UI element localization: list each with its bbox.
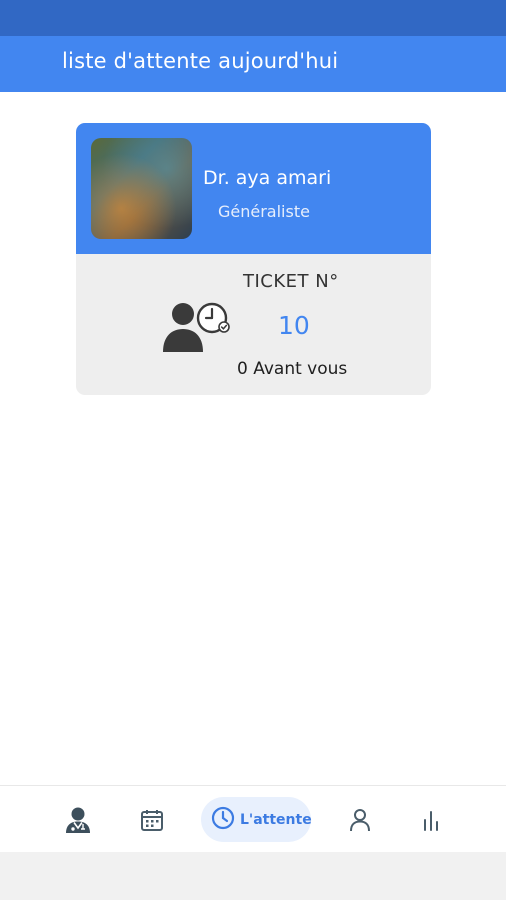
calendar-icon [140, 808, 164, 832]
bar-chart-icon [421, 809, 441, 831]
nav-waiting-label: L'attente [240, 811, 312, 828]
ticket-card[interactable]: Dr. aya amari Généraliste TICKET N° 10 0… [76, 123, 431, 395]
app-bar: liste d'attente aujourd'hui [0, 36, 506, 92]
nav-statistics[interactable] [418, 786, 444, 853]
doctor-photo [91, 138, 192, 239]
person-icon [349, 808, 371, 832]
doctor-icon [65, 806, 91, 834]
clock-icon [211, 806, 235, 834]
doctor-name: Dr. aya amari [203, 167, 332, 189]
ticket-label: TICKET N° [243, 271, 339, 292]
page-title: liste d'attente aujourd'hui [62, 49, 339, 73]
nav-waiting-list[interactable]: L'attente [201, 797, 312, 842]
nav-doctors[interactable] [63, 786, 93, 853]
nav-calendar[interactable] [137, 786, 167, 853]
doctor-header: Dr. aya amari Généraliste [76, 123, 431, 254]
status-bar [0, 0, 506, 36]
nav-profile[interactable] [346, 786, 374, 853]
bottom-navigation: L'attente [0, 785, 506, 852]
person-clock-icon [160, 298, 234, 358]
people-ahead-count: 0 Avant vous [237, 359, 348, 379]
ticket-number: 10 [278, 311, 310, 340]
doctor-specialty: Généraliste [218, 202, 310, 221]
system-footer [0, 852, 506, 900]
